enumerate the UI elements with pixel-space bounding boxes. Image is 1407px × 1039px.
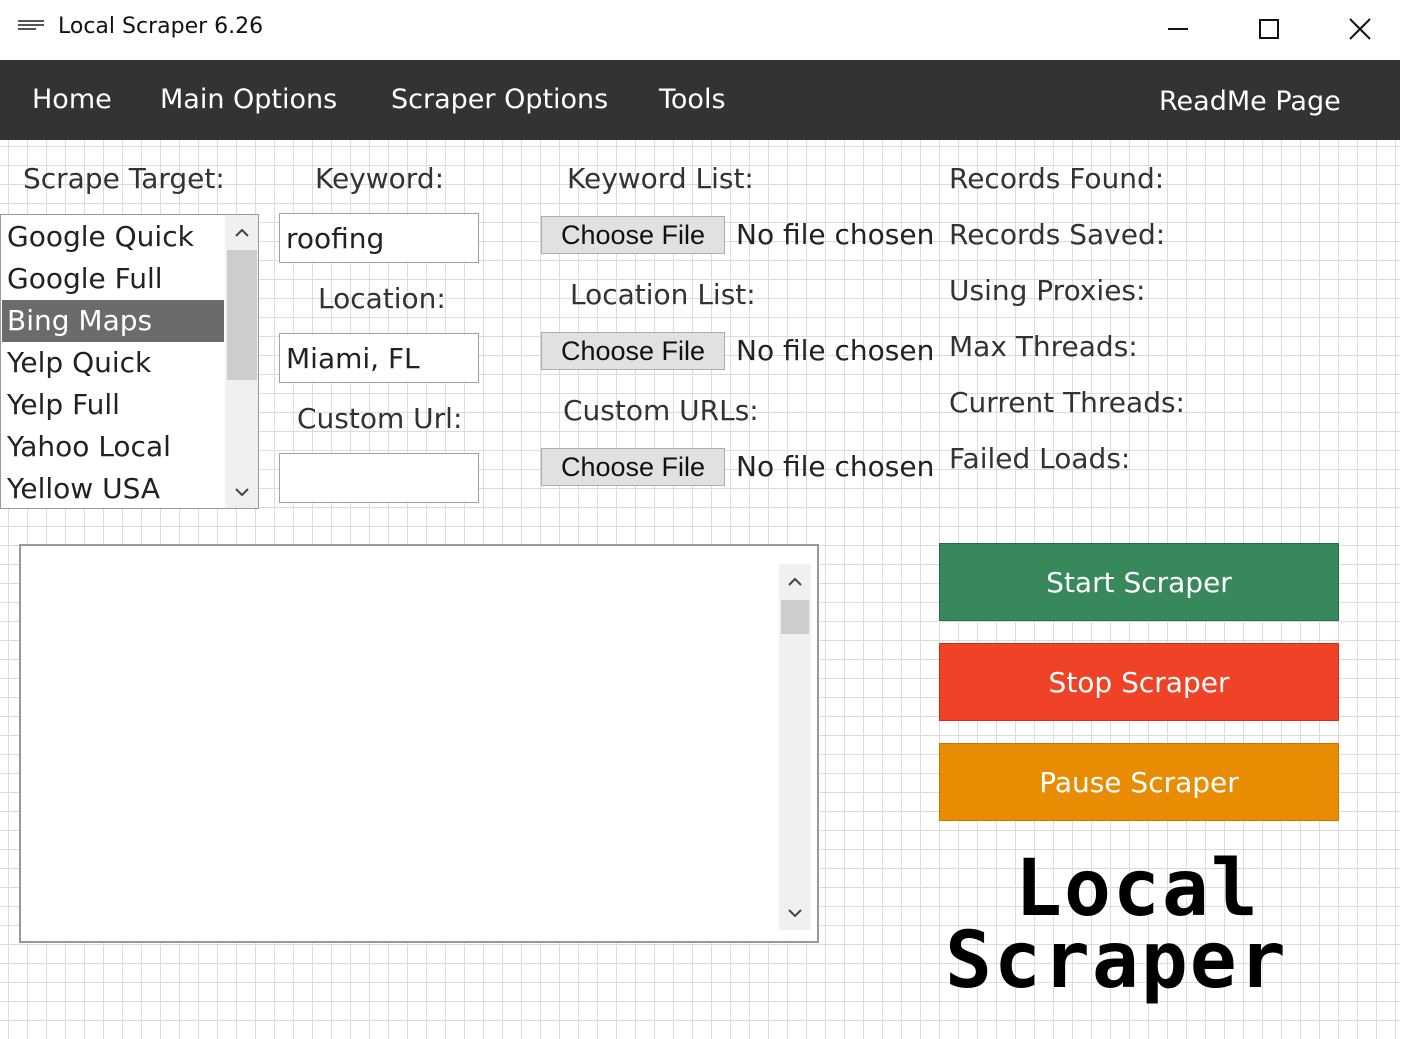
location-label: Location:	[318, 282, 446, 315]
nav-main-options[interactable]: Main Options	[160, 84, 337, 115]
custom-url-label: Custom Url:	[297, 402, 463, 435]
using-proxies-label: Using Proxies:	[949, 274, 1146, 307]
app-icon	[18, 20, 44, 34]
local-scraper-logo: Local Scraper	[945, 850, 1325, 1010]
close-button[interactable]	[1315, 0, 1405, 58]
list-item[interactable]: Yahoo Local	[2, 426, 224, 468]
chevron-down-icon	[235, 488, 249, 497]
nav-tools[interactable]: Tools	[659, 84, 726, 115]
log-scroll-thumb[interactable]	[781, 600, 809, 634]
close-icon	[1349, 18, 1371, 40]
start-scraper-button[interactable]: Start Scraper	[939, 543, 1339, 621]
log-scroll-up-arrow[interactable]	[779, 567, 811, 597]
list-item-selected[interactable]: Bing Maps	[2, 300, 224, 342]
keyword-label: Keyword:	[315, 162, 445, 195]
scroll-thumb[interactable]	[227, 250, 257, 380]
list-item[interactable]: Google Full	[2, 258, 224, 300]
log-scrollbar[interactable]	[779, 564, 811, 930]
location-list-choose-button[interactable]: Choose File	[541, 332, 725, 370]
list-item[interactable]: Yelp Quick	[2, 342, 224, 384]
list-item[interactable]: Google Quick	[2, 216, 224, 258]
logo-line-2: Scraper	[945, 916, 1288, 1006]
failed-loads-label: Failed Loads:	[949, 442, 1131, 475]
list-item[interactable]: Yelp Full	[2, 384, 224, 426]
scrape-target-list[interactable]: Google Quick Google Full Bing Maps Yelp …	[0, 214, 259, 509]
keyword-list-file-status: No file chosen	[736, 218, 935, 251]
location-list-label: Location List:	[570, 278, 756, 311]
minimize-button[interactable]	[1133, 0, 1223, 58]
pause-scraper-button[interactable]: Pause Scraper	[939, 743, 1339, 821]
list-item[interactable]: Yellow USA	[2, 468, 224, 508]
max-threads-label: Max Threads:	[949, 330, 1138, 363]
chevron-up-icon	[788, 577, 802, 586]
scroll-up-arrow[interactable]	[225, 218, 258, 248]
location-input[interactable]	[279, 333, 479, 383]
list-scrollbar[interactable]	[225, 215, 258, 508]
log-scroll-down-arrow[interactable]	[779, 898, 811, 928]
stop-scraper-button[interactable]: Stop Scraper	[939, 643, 1339, 721]
nav-scraper-options[interactable]: Scraper Options	[391, 84, 608, 115]
custom-url-input[interactable]	[279, 453, 479, 503]
window-title: Local Scraper 6.26	[58, 14, 264, 39]
minimize-icon	[1168, 28, 1188, 30]
location-list-file-status: No file chosen	[736, 334, 935, 367]
title-bar: Local Scraper 6.26	[0, 0, 1407, 58]
nav-readme[interactable]: ReadMe Page	[1159, 86, 1341, 117]
keyword-input[interactable]	[279, 213, 479, 263]
scroll-down-arrow[interactable]	[225, 477, 258, 507]
nav-bar: Home Main Options Scraper Options Tools …	[0, 60, 1400, 140]
keyword-list-label: Keyword List:	[567, 162, 754, 195]
custom-urls-file-status: No file chosen	[736, 450, 935, 483]
maximize-button[interactable]	[1224, 0, 1314, 58]
chevron-up-icon	[235, 228, 249, 237]
keyword-list-choose-button[interactable]: Choose File	[541, 216, 725, 254]
custom-urls-choose-button[interactable]: Choose File	[541, 448, 725, 486]
scrape-target-label: Scrape Target:	[23, 162, 225, 195]
records-saved-label: Records Saved:	[949, 218, 1166, 251]
records-found-label: Records Found:	[949, 162, 1165, 195]
current-threads-label: Current Threads:	[949, 386, 1185, 419]
log-output[interactable]	[19, 544, 819, 943]
nav-home[interactable]: Home	[32, 84, 112, 115]
chevron-down-icon	[788, 909, 802, 918]
maximize-icon	[1259, 19, 1279, 39]
custom-urls-label: Custom URLs:	[563, 394, 759, 427]
